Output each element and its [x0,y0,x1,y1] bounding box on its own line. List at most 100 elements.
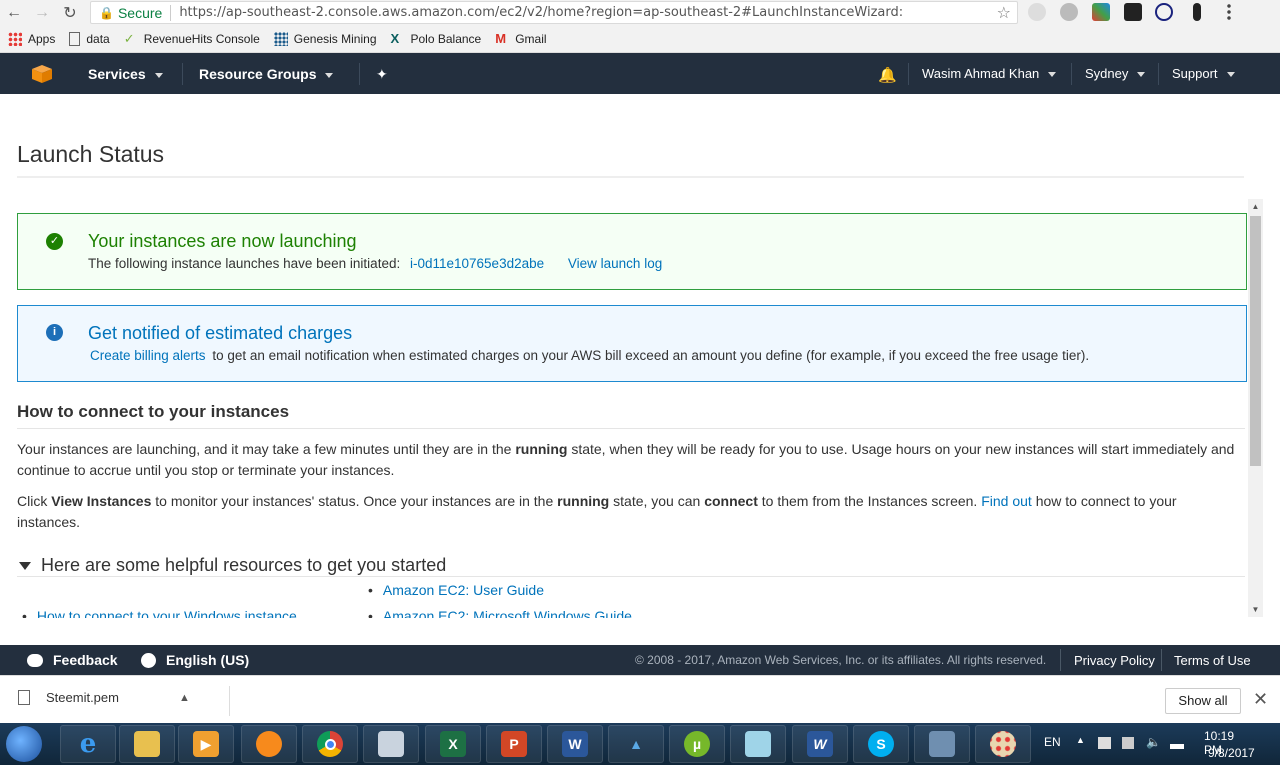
microphone-icon[interactable] [1193,3,1201,21]
taskbar-calculator[interactable] [363,725,419,763]
terms-of-use-link[interactable]: Terms of Use [1174,653,1251,668]
globe-icon [141,652,156,668]
taskbar-excel[interactable]: X [425,725,481,763]
taskbar-app-mountain[interactable]: ▲ [608,725,664,763]
signal-bars-icon[interactable] [1170,737,1184,749]
taskbar-utorrent[interactable]: µ [669,725,725,763]
bookmarks-bar: Apps data ✓ RevenueHits Console Genesis … [0,25,1280,53]
bookmark-data[interactable]: data [69,31,110,46]
info-body: Create billing alerts to get an email no… [90,348,1089,363]
notifications-bell-icon[interactable]: 🔔 [878,66,897,84]
close-icon[interactable]: ✕ [1253,689,1268,710]
chevron-up-icon[interactable]: ▲ [179,692,190,704]
calculator-icon [378,731,404,757]
bookmark-gmail[interactable]: M Gmail [495,31,546,46]
services-menu[interactable]: Services [88,66,163,82]
genesis-icon [273,31,288,46]
success-body: The following instance launches have bee… [88,256,662,271]
support-menu[interactable]: Support [1172,66,1235,81]
copyright-text: © 2008 - 2017, Amazon Web Services, Inc.… [635,653,1047,667]
resource-link-windows-connect[interactable]: • How to connect to your Windows instance [22,608,297,618]
taskbar-uc[interactable] [241,725,297,763]
resources-heading: Here are some helpful resources to get y… [41,555,447,575]
menu-dots-icon[interactable] [1227,3,1231,21]
nav-divider [1158,63,1159,85]
start-button-icon[interactable] [6,726,42,762]
region-menu[interactable]: Sydney [1085,66,1146,81]
nav-divider [1071,63,1072,85]
privacy-policy-link[interactable]: Privacy Policy [1074,653,1155,668]
forward-icon[interactable]: → [28,0,56,25]
bookmark-apps[interactable]: Apps [8,31,55,46]
taskbar-notes[interactable] [730,725,786,763]
resource-link-user-guide[interactable]: • Amazon EC2: User Guide [368,582,544,598]
extension-play-icon[interactable] [1155,3,1173,21]
section-divider [17,428,1245,429]
bookmark-genesis[interactable]: Genesis Mining [273,31,377,46]
nav-divider [182,63,183,85]
taskbar-chrome[interactable] [302,725,358,763]
network-computer-icon [929,731,955,757]
back-icon[interactable]: ← [0,0,28,25]
input-language[interactable]: EN [1044,735,1061,749]
resource-groups-menu[interactable]: Resource Groups [199,66,334,82]
bookmark-revenuehits[interactable]: ✓ RevenueHits Console [124,31,260,46]
address-bar[interactable]: 🔒 Secure https://ap-southeast-2.console.… [90,1,1018,24]
bookmark-polo[interactable]: X Polo Balance [391,31,482,46]
apps-grid-icon [8,31,22,46]
taskbar-media[interactable]: ▶ [178,725,234,763]
chevron-down-icon [1226,72,1235,77]
taskbar-explorer[interactable] [119,725,175,763]
view-launch-log-link[interactable]: View launch log [568,256,662,271]
feedback-button[interactable]: Feedback [27,652,118,668]
powerpoint-icon: P [501,731,527,757]
clock-date[interactable]: 9/8/2017 [1208,746,1255,760]
tray-expand-icon[interactable]: ▲ [1076,735,1085,745]
extension-color-icon[interactable] [1092,3,1110,21]
check-circle-icon: ✓ [46,233,63,250]
volume-muted-icon[interactable]: 🔈 [1146,735,1161,749]
taskbar-network[interactable] [914,725,970,763]
file-icon [18,690,30,705]
find-out-link[interactable]: Find out [981,493,1032,509]
bookmark-label: data [86,31,110,46]
taskbar-skype[interactable]: S [853,725,909,763]
bookmark-label: Polo Balance [410,31,482,46]
create-billing-alerts-link[interactable]: Create billing alerts [90,348,206,363]
extension-globe-icon[interactable] [1060,3,1078,21]
instance-id-link[interactable]: i-0d11e10765e3d2abe [410,256,544,271]
page-title: Launch Status [17,141,165,167]
extension-app-icon[interactable] [1124,3,1142,21]
aws-cube-logo-icon[interactable] [31,64,53,84]
taskbar-paint[interactable] [975,725,1031,763]
scroll-down-icon[interactable]: ▼ [1250,604,1261,616]
bookmark-star-icon[interactable]: ☆ [997,3,1011,23]
scrollbar-thumb[interactable] [1250,216,1261,466]
footer-divider [1161,649,1162,671]
resources-section-toggle[interactable]: Here are some helpful resources to get y… [17,555,446,576]
url-text[interactable]: https://ap-southeast-2.console.aws.amazo… [179,5,903,20]
extension-chat-icon[interactable] [1028,3,1046,21]
tray-power-icon[interactable] [1122,737,1134,749]
secure-label: Secure [118,4,172,21]
taskbar-powerpoint[interactable]: P [486,725,542,763]
scroll-up-icon[interactable]: ▲ [1250,201,1261,213]
paint-palette-icon [990,731,1016,757]
nav-divider [908,63,909,85]
resource-link-windows-guide[interactable]: • Amazon EC2: Microsoft Windows Guide [368,608,632,618]
download-item[interactable]: Steemit.pem ▲ [18,690,190,705]
caret-down-icon [19,561,31,570]
reload-icon[interactable]: ↻ [56,0,84,25]
language-selector[interactable]: English (US) [141,652,249,668]
taskbar-word2[interactable]: W [792,725,848,763]
show-all-button[interactable]: Show all [1165,688,1241,714]
pin-icon[interactable]: ✦ [376,66,388,83]
account-menu[interactable]: Wasim Ahmad Khan [922,66,1057,81]
support-label: Support [1172,66,1218,81]
taskbar-word[interactable]: W [547,725,603,763]
tray-flag-icon[interactable] [1098,737,1111,749]
aws-footer: Feedback English (US) © 2008 - 2017, Ama… [0,645,1280,675]
launching-paragraph: Your instances are launching, and it may… [17,441,1235,478]
utorrent-icon: µ [684,731,710,757]
taskbar-ie[interactable]: e [60,725,116,763]
